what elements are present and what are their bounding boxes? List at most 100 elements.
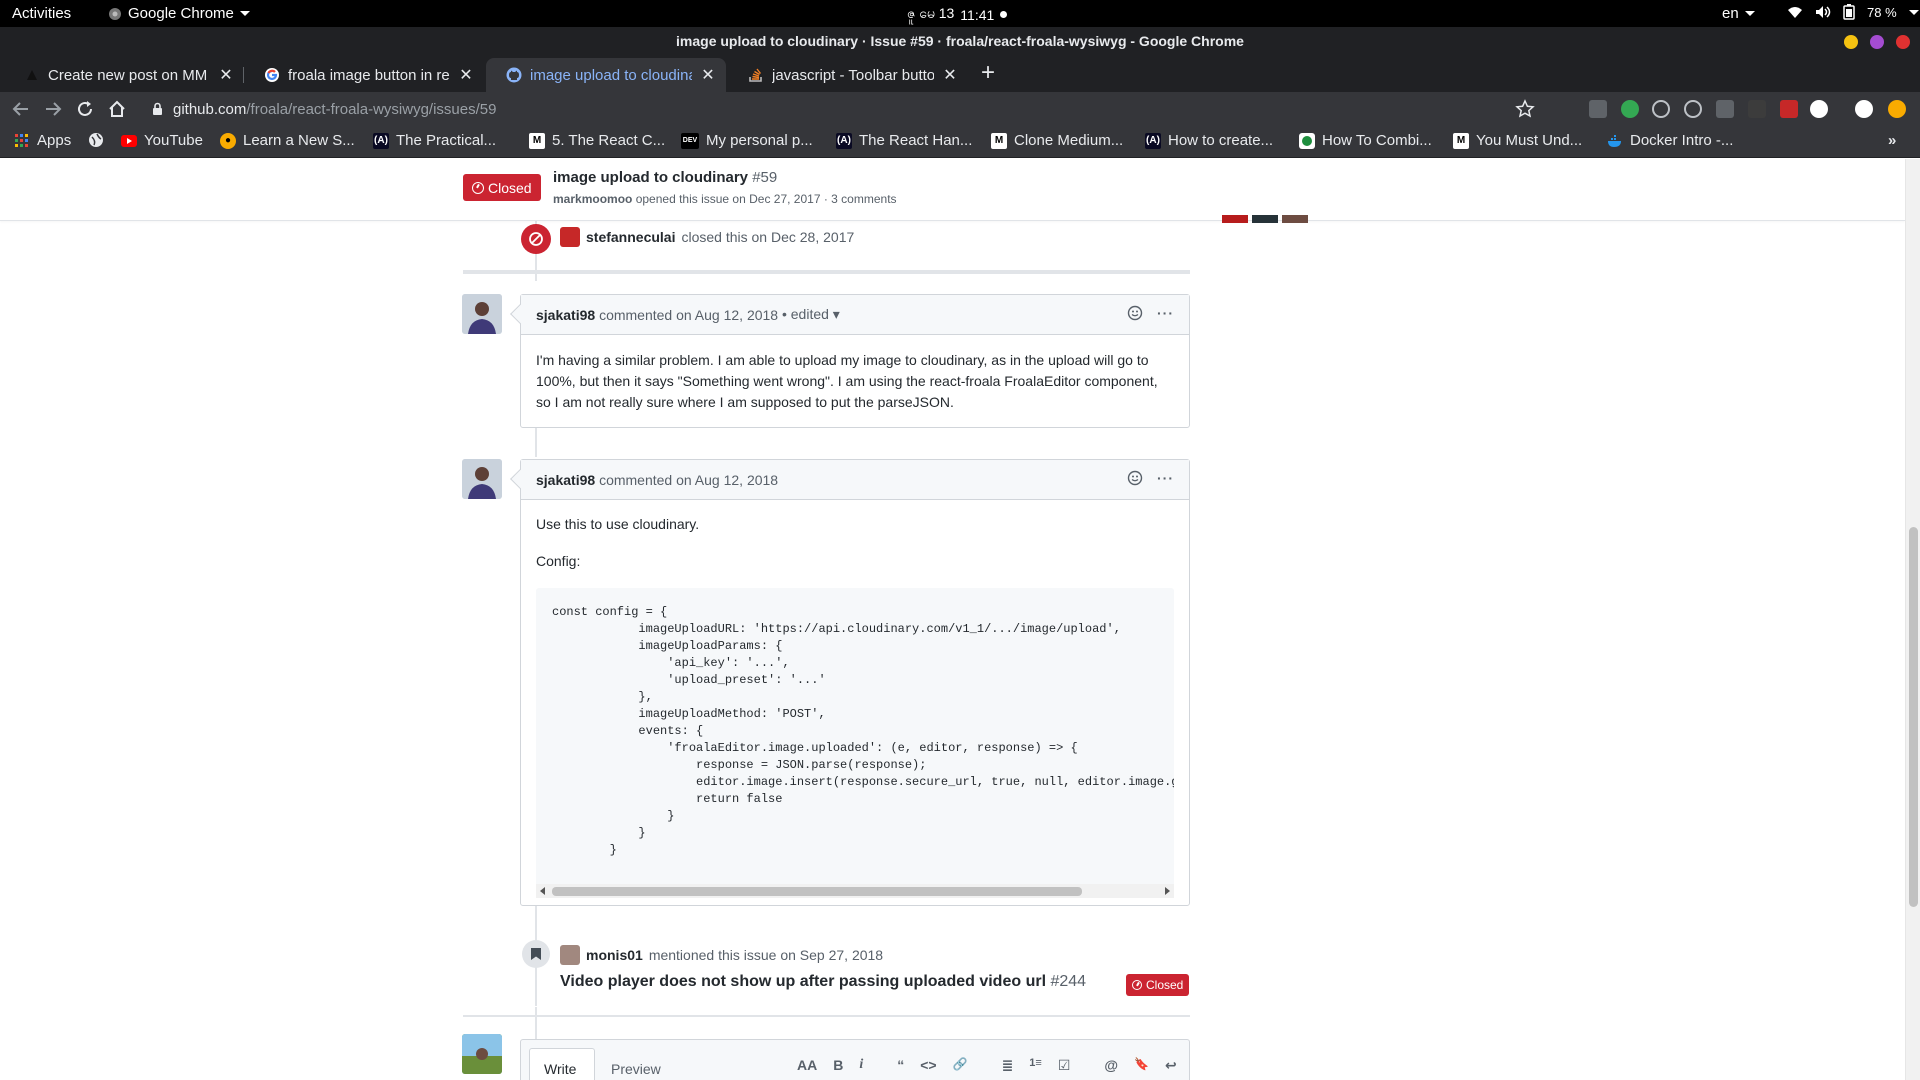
event-user-link[interactable]: stefanneculai <box>586 229 675 245</box>
numbered-list-icon[interactable]: 1≡ <box>1029 1057 1042 1074</box>
target-extension-icon[interactable] <box>1652 100 1670 118</box>
tab-preview[interactable]: Preview <box>611 1061 661 1077</box>
saved-replies-icon[interactable]: ↩ <box>1165 1057 1177 1074</box>
system-menu[interactable]: 78 % <box>1787 4 1919 20</box>
back-arrow-icon[interactable] <box>10 98 32 120</box>
profile-avatar[interactable] <box>1888 100 1906 118</box>
avatar[interactable] <box>560 227 580 247</box>
user-photo-icon <box>462 1034 502 1074</box>
tab-javascript-toolbar[interactable]: javascript - Toolbar butto ✕ <box>728 58 968 92</box>
bookmark-how-to-combi[interactable]: How To Combi... <box>1299 132 1432 149</box>
avatar[interactable] <box>1222 215 1248 223</box>
bookmark-docker-intro[interactable]: Docker Intro -... <box>1607 132 1733 149</box>
more-options-icon[interactable]: ··· <box>1157 470 1174 486</box>
green-clock-icon <box>1299 132 1315 149</box>
c-extension-icon[interactable] <box>1780 100 1798 118</box>
input-language[interactable]: en <box>1722 5 1755 22</box>
close-tab-icon[interactable]: ✕ <box>700 65 716 85</box>
scroll-left-icon[interactable] <box>540 887 545 895</box>
avatar[interactable] <box>1252 215 1278 223</box>
bookmark-you-must-und[interactable]: M You Must Und... <box>1453 132 1582 149</box>
bookmark-youtube[interactable]: YouTube <box>121 132 203 149</box>
forward-arrow-icon[interactable] <box>42 98 64 120</box>
tab-create-new-post[interactable]: Create new post on MM Su ✕ <box>4 58 244 92</box>
bookmark-practical[interactable]: (A) The Practical... <box>373 132 496 149</box>
react-devtools-icon[interactable] <box>1684 100 1702 118</box>
task-list-icon[interactable]: ☑ <box>1058 1057 1071 1074</box>
avatar[interactable] <box>1282 215 1308 223</box>
wave-extension-icon[interactable] <box>1748 100 1766 118</box>
edited-label: • edited <box>781 306 829 322</box>
close-tab-icon[interactable]: ✕ <box>218 65 234 85</box>
clock[interactable]: ဇူ မေ 13 11:41 <box>907 4 1008 25</box>
scrollbar-thumb[interactable] <box>1909 527 1918 907</box>
comment-author-link[interactable]: sjakati98 <box>536 472 595 488</box>
purple-extension-icon[interactable] <box>1810 100 1828 118</box>
bookmark-react-handbook[interactable]: (A) The React Han... <box>836 132 972 149</box>
bold-icon[interactable]: B <box>833 1057 843 1074</box>
close-window-button[interactable] <box>1896 35 1910 49</box>
page-scrollbar[interactable] <box>1905 159 1920 1080</box>
scrollbar-thumb[interactable] <box>552 887 1082 896</box>
bookmark-label: Clone Medium... <box>1014 132 1124 149</box>
bookmark-how-to-create[interactable]: (A) How to create... <box>1145 132 1273 149</box>
issue-title[interactable]: image upload to cloudinary <box>553 169 748 186</box>
bookmark-globe[interactable] <box>88 132 104 148</box>
bookmark-react-c[interactable]: M 5. The React C... <box>529 132 665 149</box>
more-bookmarks-chevron-icon[interactable]: » <box>1888 132 1896 149</box>
current-user-avatar[interactable] <box>462 1034 502 1074</box>
camera-extension-icon[interactable] <box>1589 100 1607 118</box>
bookmark-apps[interactable]: Apps <box>14 132 71 149</box>
on-extension-icon[interactable] <box>1621 100 1639 118</box>
code-icon[interactable]: <> <box>920 1057 936 1074</box>
bookmark-star-icon[interactable] <box>1514 98 1536 120</box>
battery-icon <box>1843 4 1855 20</box>
home-icon[interactable] <box>106 98 128 120</box>
bookmark-personal[interactable]: DEV My personal p... <box>681 132 813 149</box>
maximize-button[interactable] <box>1870 35 1884 49</box>
reload-icon[interactable] <box>74 98 96 120</box>
tab-image-upload-cloudinary[interactable]: image upload to cloudina ✕ <box>486 58 726 92</box>
horizontal-scrollbar[interactable] <box>536 884 1174 898</box>
issue-author-link[interactable]: markmoomoo <box>553 192 632 206</box>
add-reaction-icon[interactable] <box>1127 470 1143 486</box>
avatar[interactable] <box>462 459 502 499</box>
activities-button[interactable]: Activities <box>12 5 71 22</box>
scroll-right-icon[interactable] <box>1165 887 1170 895</box>
circle-slash-icon <box>529 232 543 246</box>
bulleted-list-icon[interactable]: ≣ <box>1002 1057 1014 1074</box>
github-extension-icon[interactable] <box>1855 100 1873 118</box>
comment-timestamp[interactable]: commented on Aug 12, 2018 <box>599 472 778 488</box>
quote-icon[interactable]: “ <box>897 1057 904 1074</box>
tab-write[interactable]: Write <box>529 1048 595 1080</box>
avatar[interactable] <box>560 945 580 965</box>
tab-title: froala image button in rea <box>288 66 450 84</box>
header-text-icon[interactable]: AA <box>797 1057 817 1074</box>
reference-icon[interactable]: 🔖 <box>1134 1057 1149 1074</box>
close-tab-icon[interactable]: ✕ <box>458 65 474 85</box>
link-icon[interactable]: 🔗 <box>953 1057 968 1074</box>
docker-icon <box>1608 134 1621 147</box>
app-menu[interactable]: Google Chrome <box>108 5 250 22</box>
more-options-icon[interactable]: ··· <box>1157 305 1174 321</box>
referenced-issue-link[interactable]: Video player does not show up after pass… <box>560 973 1046 990</box>
bookmark-clone-medium[interactable]: M Clone Medium... <box>991 132 1123 149</box>
edited-dropdown[interactable]: • edited ▾ <box>782 306 840 323</box>
avatar[interactable] <box>462 294 502 334</box>
tab-froala-google-search[interactable]: froala image button in rea ✕ <box>244 58 484 92</box>
bookmark-learn-new[interactable]: ● Learn a New S... <box>220 132 355 149</box>
address-bar[interactable]: github.com/froala/react-froala-wysiwyg/i… <box>130 94 1535 124</box>
comment-author-link[interactable]: sjakati98 <box>536 307 595 323</box>
facebook-extension-icon[interactable] <box>1716 100 1734 118</box>
comment-timestamp[interactable]: commented on Aug 12, 2018 <box>599 307 778 323</box>
add-reaction-icon[interactable] <box>1127 305 1143 321</box>
italic-icon[interactable]: i <box>859 1057 863 1074</box>
mention-icon[interactable]: @ <box>1104 1057 1118 1074</box>
new-tab-button[interactable]: + <box>975 61 1001 87</box>
freecodecamp-icon: (A) <box>836 132 852 149</box>
code-block[interactable]: const config = { imageUploadURL: 'https:… <box>536 588 1174 898</box>
minimize-button[interactable] <box>1844 35 1858 49</box>
event-user-link[interactable]: monis01 <box>586 947 643 963</box>
lock-icon[interactable] <box>152 102 163 116</box>
close-tab-icon[interactable]: ✕ <box>942 65 958 85</box>
